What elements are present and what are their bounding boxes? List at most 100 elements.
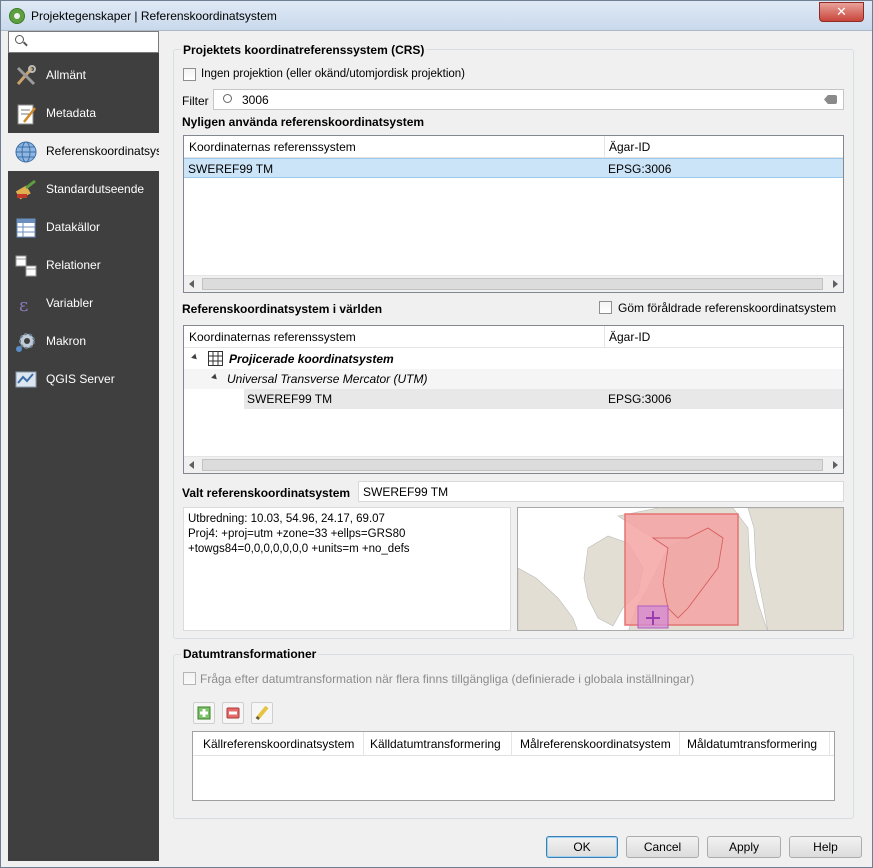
remove-icon — [226, 707, 240, 719]
tree-label-utm: Universal Transverse Mercator (UTM) — [227, 372, 428, 386]
tree-node-utm[interactable]: Universal Transverse Mercator (UTM) — [184, 369, 843, 389]
world-horizontal-scrollbar[interactable] — [184, 456, 843, 473]
no-projection-checkbox[interactable] — [183, 68, 196, 81]
svg-text:ε: ε — [19, 295, 28, 316]
ask-datum-label: Fråga efter datumtransformation när fler… — [200, 672, 695, 686]
add-datum-button[interactable] — [193, 702, 215, 724]
column-header-crs[interactable]: Koordinaternas referenssystem — [189, 330, 356, 344]
scroll-left-icon[interactable] — [189, 280, 194, 288]
title-bar: Projektegenskaper | Referenskoordinatsys… — [1, 1, 872, 31]
extent-text: Utbredning: 10.03, 54.96, 24.17, 69.07 — [188, 513, 385, 525]
search-icon — [15, 35, 24, 44]
dialog-window: Projektegenskaper | Referenskoordinatsys… — [0, 0, 873, 868]
remove-datum-button[interactable] — [222, 702, 244, 724]
sidebar-item-datakallor[interactable]: Datakällor — [8, 209, 159, 247]
server-icon — [15, 371, 37, 388]
close-button[interactable]: ✕ — [819, 2, 864, 22]
world-title: Referenskoordinatsystem i världen — [182, 302, 383, 316]
sidebar-search-input[interactable] — [8, 31, 159, 53]
extent-map — [517, 507, 844, 631]
scroll-left-icon[interactable] — [189, 461, 194, 469]
window-title: Projektegenskaper | Referenskoordinatsys… — [31, 9, 277, 23]
table-row[interactable]: SWEREF99 TM EPSG:3006 — [244, 389, 843, 409]
expand-arrow-icon[interactable] — [211, 373, 219, 382]
column-header-crs[interactable]: Koordinaternas referenssystem — [189, 140, 356, 154]
sidebar-item-label: Variabler — [46, 296, 94, 310]
column-header-owner-id[interactable]: Ägar-ID — [609, 140, 650, 154]
proj4-text: Proj4: +proj=utm +zone=33 +ellps=GRS80 — [188, 528, 406, 540]
gear-icon — [16, 333, 35, 352]
recent-crs-table: Koordinaternas referenssystem Ägar-ID SW… — [183, 135, 844, 293]
extent-map-svg — [518, 508, 843, 630]
sidebar-item-label: Makron — [46, 334, 87, 348]
relations-icon — [15, 255, 37, 277]
scroll-thumb[interactable] — [202, 278, 823, 290]
crs-name-cell: SWEREF99 TM — [247, 392, 333, 406]
datum-table-header: Källreferenskoordinatsystem Källdatumtra… — [193, 732, 834, 756]
world-table-header: Koordinaternas referenssystem Ägar-ID — [184, 326, 843, 348]
column-header-source-datum[interactable]: Källdatumtransformering — [370, 737, 501, 751]
crs-info-box: Utbredning: 10.03, 54.96, 24.17, 69.07 P… — [183, 507, 511, 631]
search-icon — [223, 94, 232, 103]
sidebar-item-referenskoordinatsystem[interactable]: Referenskoordinatsystem — [8, 133, 159, 171]
qgis-logo-icon — [9, 8, 25, 24]
scroll-right-icon[interactable] — [833, 280, 838, 288]
sidebar-item-label: Relationer — [46, 258, 101, 272]
sidebar-item-relationer[interactable]: Relationer — [8, 247, 159, 285]
ask-datum-checkbox[interactable] — [183, 672, 196, 685]
help-button[interactable]: Help — [789, 836, 862, 858]
grid-icon — [208, 351, 223, 366]
sidebar-item-label: Referenskoordinatsystem — [46, 144, 159, 158]
recent-horizontal-scrollbar[interactable] — [184, 275, 843, 292]
column-header-owner-id[interactable]: Ägar-ID — [609, 330, 650, 344]
tree-label-projected: Projicerade koordinatsystem — [229, 352, 394, 366]
sidebar-item-label: QGIS Server — [46, 372, 115, 386]
clear-icon[interactable] — [824, 95, 837, 104]
recent-table-header: Koordinaternas referenssystem Ägar-ID — [184, 136, 843, 158]
column-header-dest-datum[interactable]: Måldatumtransformering — [687, 737, 817, 751]
expand-arrow-icon[interactable] — [191, 353, 199, 362]
datum-table: Källreferenskoordinatsystem Källdatumtra… — [192, 731, 835, 801]
sidebar-item-qgis-server[interactable]: QGIS Server — [8, 361, 159, 399]
crs-group-title: Projektets koordinatreferenssystem (CRS) — [181, 43, 427, 57]
crs-name-cell: SWEREF99 TM — [188, 162, 274, 176]
filter-label: Filter — [182, 94, 209, 108]
column-header-source-crs[interactable]: Källreferenskoordinatsystem — [203, 737, 354, 751]
apply-button[interactable]: Apply — [707, 836, 781, 858]
sidebar-item-label: Standardutseende — [46, 182, 145, 196]
pencil-icon — [255, 705, 269, 721]
tree-node-projected[interactable]: Projicerade koordinatsystem — [184, 349, 843, 369]
datum-group-title: Datumtransformationer — [181, 647, 319, 661]
globe-icon — [15, 141, 37, 163]
edit-datum-button[interactable] — [251, 702, 273, 724]
world-crs-table: Koordinaternas referenssystem Ägar-ID Pr… — [183, 325, 844, 474]
recent-title: Nyligen använda referenskoordinatsystem — [182, 115, 425, 129]
selected-crs-field: SWEREF99 TM — [358, 481, 844, 502]
column-header-dest-crs[interactable]: Målreferenskoordinatsystem — [520, 737, 671, 751]
scroll-right-icon[interactable] — [833, 461, 838, 469]
filter-input[interactable]: 3006 — [213, 89, 844, 110]
metadata-icon — [17, 104, 36, 125]
table-row[interactable]: SWEREF99 TM EPSG:3006 — [184, 158, 843, 178]
hide-deprecated-checkbox[interactable] — [599, 301, 612, 314]
filter-value: 3006 — [242, 93, 269, 107]
variable-icon: ε — [19, 295, 28, 316]
sidebar-item-variabler[interactable]: ε Variabler — [8, 285, 159, 323]
sidebar-item-allmant[interactable]: Allmänt — [8, 57, 159, 95]
no-projection-label: Ingen projektion (eller okänd/utomjordis… — [201, 68, 466, 80]
crs-id-cell: EPSG:3006 — [608, 392, 672, 406]
sidebar-item-metadata[interactable]: Metadata — [8, 95, 159, 133]
cancel-button[interactable]: Cancel — [626, 836, 699, 858]
sidebar-item-label: Allmänt — [46, 68, 87, 82]
ok-button[interactable]: OK — [546, 836, 618, 858]
table-icon — [16, 218, 36, 238]
sidebar-item-standardutseende[interactable]: Standardutseende — [8, 171, 159, 209]
sidebar-item-label: Metadata — [46, 106, 97, 120]
add-icon — [197, 706, 211, 720]
sidebar-item-makron[interactable]: Makron — [8, 323, 159, 361]
scroll-thumb[interactable] — [202, 459, 823, 471]
sidebar-item-label: Datakällor — [46, 220, 101, 234]
hide-deprecated-label: Göm föråldrade referenskoordinatsystem — [618, 301, 837, 315]
selected-crs-label: Valt referenskoordinatsystem — [182, 486, 351, 500]
tools-icon — [16, 65, 36, 86]
